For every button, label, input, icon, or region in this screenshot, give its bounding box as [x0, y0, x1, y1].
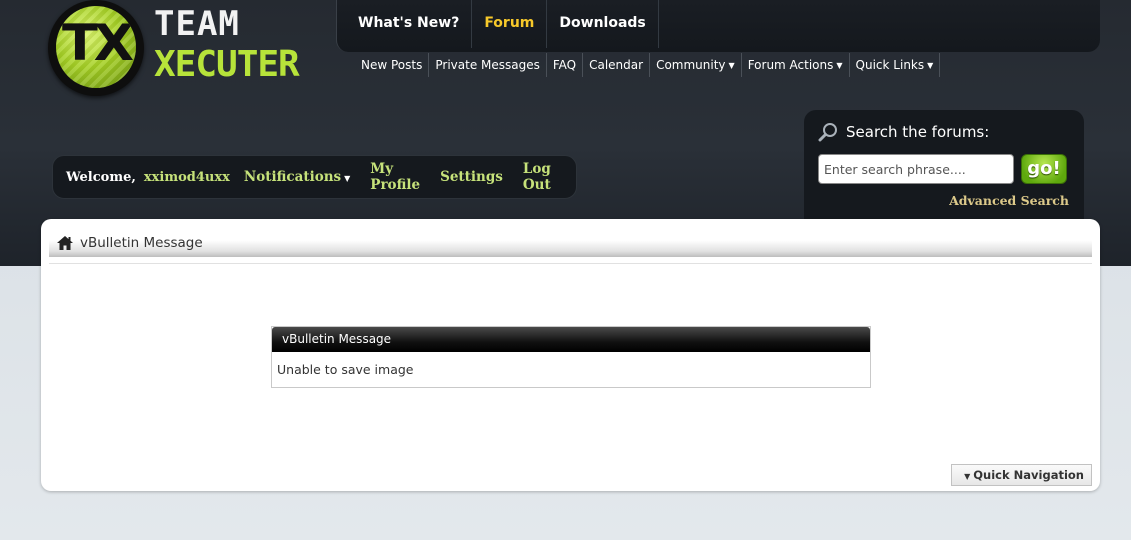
message-box: vBulletin Message Unable to save image — [271, 326, 871, 388]
message-title: vBulletin Message — [272, 327, 870, 352]
logo-mark: TX — [62, 14, 134, 72]
quick-navigation-button[interactable]: ▼ Quick Navigation — [951, 464, 1092, 486]
breadcrumb-divider — [49, 263, 1092, 264]
my-profile-link[interactable]: My Profile — [370, 161, 420, 193]
welcome-label: Welcome, — [66, 169, 136, 185]
magnifier-icon — [818, 123, 837, 142]
tab-forum[interactable]: Forum — [472, 0, 548, 48]
search-go-button[interactable]: go! — [1021, 154, 1067, 184]
logo-emblem: TX — [48, 0, 144, 96]
subnav-quick-links[interactable]: Quick Links ▼ — [850, 53, 941, 77]
search-title: Search the forums: — [818, 122, 989, 142]
tab-downloads[interactable]: Downloads — [547, 0, 659, 48]
search-input[interactable] — [818, 154, 1014, 184]
sub-navigation: New Posts Private Messages FAQ Calendar … — [355, 53, 941, 77]
logo-text-xecuter: XECUTER — [154, 44, 300, 85]
caret-down-icon: ▼ — [344, 173, 351, 183]
site-logo[interactable]: TX TEAM XECUTER — [46, 0, 326, 104]
caret-down-icon: ▼ — [728, 60, 735, 70]
subnav-forum-actions[interactable]: Forum Actions ▼ — [742, 53, 850, 77]
main-panel: vBulletin Message vBulletin Message Unab… — [41, 219, 1100, 491]
tab-whats-new[interactable]: What's New? — [337, 0, 473, 48]
breadcrumb-current: vBulletin Message — [80, 235, 203, 251]
advanced-search-link[interactable]: Advanced Search — [949, 193, 1069, 208]
message-body: Unable to save image — [277, 362, 414, 377]
subnav-community[interactable]: Community ▼ — [650, 53, 742, 77]
username-link[interactable]: xximod4uxx — [144, 170, 230, 185]
caret-down-icon: ▼ — [927, 60, 934, 70]
caret-down-icon: ▼ — [964, 472, 971, 481]
subnav-calendar[interactable]: Calendar — [583, 53, 651, 77]
log-out-link[interactable]: Log Out — [523, 161, 556, 193]
subnav-new-posts[interactable]: New Posts — [355, 53, 430, 77]
welcome-bar: Welcome, xximod4uxx Notifications ▼ My Pr… — [52, 155, 577, 199]
search-panel: Search the forums: go! Advanced Search — [804, 110, 1084, 225]
subnav-private-messages[interactable]: Private Messages — [429, 53, 547, 77]
notifications-menu[interactable]: Notifications ▼ — [244, 169, 350, 185]
breadcrumb: vBulletin Message — [49, 229, 1092, 257]
caret-down-icon: ▼ — [836, 60, 843, 70]
subnav-faq[interactable]: FAQ — [547, 53, 584, 77]
home-icon[interactable] — [56, 235, 74, 251]
settings-link[interactable]: Settings — [440, 169, 503, 185]
top-navigation: What's New? Forum Downloads — [336, 0, 1100, 52]
logo-text-team: TEAM — [154, 4, 240, 44]
